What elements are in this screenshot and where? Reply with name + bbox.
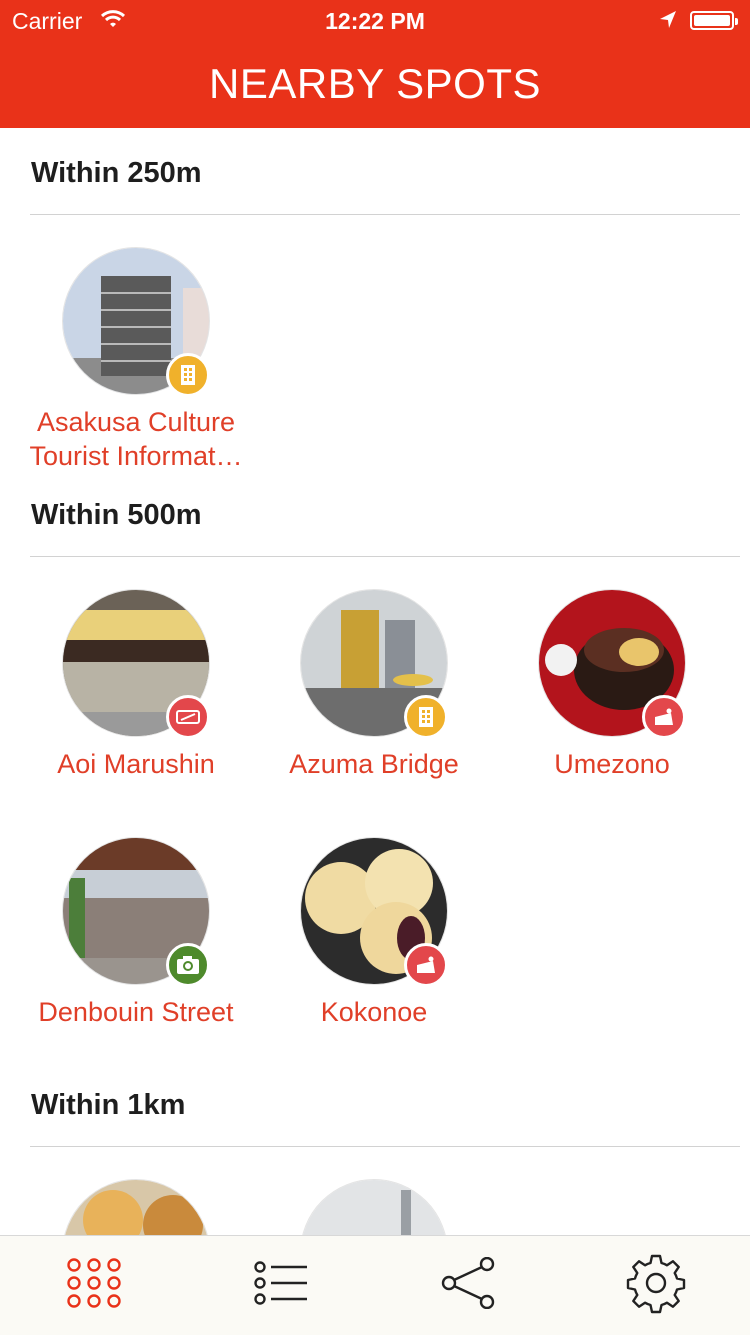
status-bar: Carrier 12:22 PM bbox=[0, 0, 750, 40]
section-divider bbox=[30, 1146, 740, 1147]
building-icon bbox=[404, 695, 448, 739]
section-title-500m: Within 500m bbox=[31, 499, 202, 531]
header-bar: Carrier 12:22 PM NEARBY SPOTS bbox=[0, 0, 750, 128]
cake-icon bbox=[642, 695, 686, 739]
building-icon bbox=[166, 353, 210, 397]
spot-name: Aoi Marushin bbox=[57, 749, 215, 779]
spot-name-text: Asakusa Culture Tourist Informat… bbox=[29, 407, 243, 471]
list-icon bbox=[253, 1261, 309, 1310]
tab-share[interactable] bbox=[375, 1236, 562, 1335]
location-arrow-icon bbox=[658, 9, 678, 37]
section-divider bbox=[30, 556, 740, 557]
spot-name: Umezono bbox=[554, 749, 670, 779]
restaurant-icon bbox=[166, 695, 210, 739]
tab-grid[interactable] bbox=[0, 1236, 187, 1335]
section-title-250m: Within 250m bbox=[31, 157, 202, 189]
spot-name: Asakusa Culture Tourist Informat… bbox=[17, 405, 255, 473]
tab-bar bbox=[0, 1235, 750, 1335]
status-time: 12:22 PM bbox=[325, 8, 425, 34]
settings-icon bbox=[625, 1252, 687, 1319]
spot-name: Kokonoe bbox=[320, 997, 428, 1027]
section-divider bbox=[30, 214, 740, 215]
spot-name: Denbouin Street bbox=[38, 997, 234, 1027]
camera-icon bbox=[166, 943, 210, 987]
section-title-1km: Within 1km bbox=[31, 1089, 186, 1121]
grid-icon bbox=[66, 1257, 122, 1314]
tab-settings[interactable] bbox=[562, 1236, 749, 1335]
spot-name: Azuma Bridge bbox=[289, 749, 459, 779]
battery-icon bbox=[690, 11, 738, 30]
share-icon bbox=[441, 1256, 497, 1314]
tab-list[interactable] bbox=[187, 1236, 374, 1335]
page-title: NEARBY SPOTS bbox=[209, 60, 541, 107]
cake-icon bbox=[404, 943, 448, 987]
